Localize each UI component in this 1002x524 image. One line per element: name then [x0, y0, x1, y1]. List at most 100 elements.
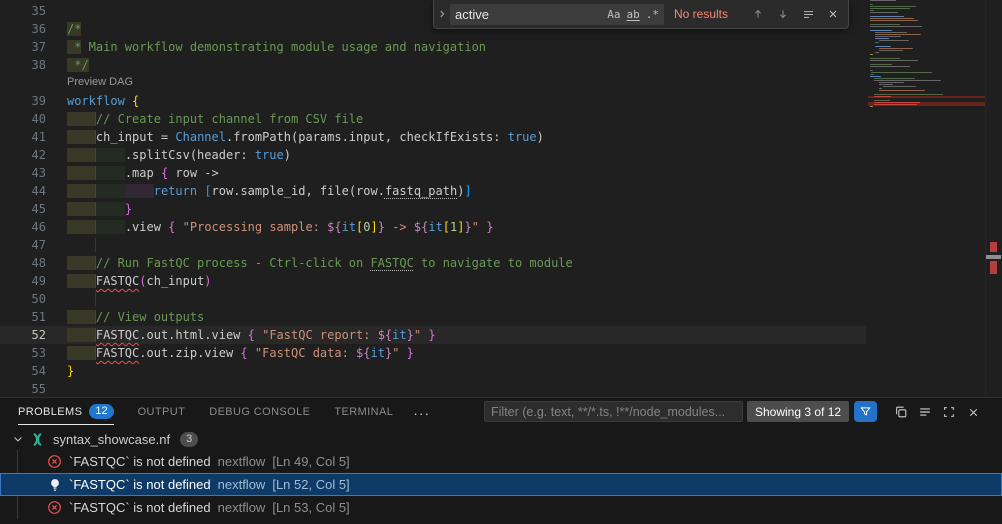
minimap[interactable]	[868, 0, 985, 397]
code-line-50[interactable]: 50	[0, 290, 866, 308]
line-content	[46, 2, 67, 20]
find-in-selection-icon[interactable]	[797, 3, 819, 25]
problem-location: [Ln 53, Col 5]	[272, 500, 349, 515]
maximize-panel-icon[interactable]	[938, 401, 960, 423]
tab-terminal[interactable]: TERMINAL	[334, 398, 393, 425]
problem-location: [Ln 52, Col 5]	[272, 477, 349, 492]
code-line-45[interactable]: 45 }	[0, 200, 866, 218]
line-number[interactable]: 54	[0, 362, 46, 380]
code-line-46[interactable]: 46 .view { "Processing sample: ${it[0]} …	[0, 218, 866, 236]
line-number[interactable]: 45	[0, 200, 46, 218]
line-content: FASTQC.out.zip.view { "FastQC data: ${it…	[46, 344, 414, 362]
line-number[interactable]: 35	[0, 2, 46, 20]
close-panel-icon[interactable]	[962, 401, 984, 423]
problem-row[interactable]: `FASTQC` is not defined nextflow [Ln 53, C…	[0, 496, 1002, 519]
line-number[interactable]: 41	[0, 128, 46, 146]
ruler-error-mark	[990, 242, 997, 252]
code-line-49[interactable]: 49 FASTQC(ch_input)	[0, 272, 866, 290]
showing-count-badge: Showing 3 of 12	[747, 401, 849, 422]
tab-problems[interactable]: PROBLEMS12	[18, 398, 114, 425]
line-number[interactable]: 48	[0, 254, 46, 272]
filter-funnel-icon[interactable]	[854, 401, 877, 422]
problem-source: nextflow	[218, 500, 266, 515]
code-line-54[interactable]: 54}	[0, 362, 866, 380]
code-line-43[interactable]: 43 .map { row ->	[0, 164, 866, 182]
code-line-38[interactable]: 38 */	[0, 56, 866, 74]
line-number[interactable]: 47	[0, 236, 46, 254]
line-number[interactable]: 49	[0, 272, 46, 290]
problem-message: `FASTQC` is not defined	[69, 500, 211, 515]
line-number[interactable]: 50	[0, 290, 46, 308]
problems-tree: syntax_showcase.nf 3 `FASTQC` is not def…	[0, 428, 1002, 519]
panel-header: PROBLEMS12 OUTPUT DEBUG CONSOLE TERMINAL ··…	[0, 398, 1002, 425]
close-find-icon[interactable]	[822, 3, 844, 25]
line-content: /*	[46, 20, 81, 38]
line-number[interactable]: 40	[0, 110, 46, 128]
chevron-down-icon[interactable]	[10, 431, 26, 447]
line-number[interactable]: 39	[0, 92, 46, 110]
line-content: }	[46, 362, 74, 380]
open-editors-icon[interactable]	[890, 401, 912, 423]
problem-rows: `FASTQC` is not definednextflow[Ln 49, C…	[0, 450, 1002, 519]
ruler-cursor-mark	[986, 255, 1001, 259]
code-line-37[interactable]: 37 * Main workflow demonstrating module …	[0, 38, 866, 56]
line-number[interactable]: 46	[0, 218, 46, 236]
vscode-window: 3536/*37 * Main workflow demonstrating m…	[0, 0, 1002, 524]
line-number[interactable]: 55	[0, 380, 46, 398]
nextflow-file-icon	[29, 431, 46, 448]
code-line-41[interactable]: 41 ch_input = Channel.fromPath(params.in…	[0, 128, 866, 146]
line-number[interactable]: 51	[0, 308, 46, 326]
previous-match-icon[interactable]	[747, 3, 769, 25]
line-number[interactable]: 52	[0, 326, 46, 344]
line-number[interactable]: 36	[0, 20, 46, 38]
view-as-table-icon[interactable]	[914, 401, 936, 423]
code-line-39[interactable]: 39workflow {	[0, 92, 866, 110]
toggle-replace-chevron-icon[interactable]	[434, 0, 450, 28]
problems-count-badge: 12	[89, 404, 113, 419]
error-icon	[46, 453, 63, 470]
overview-ruler[interactable]	[985, 0, 1002, 397]
line-number[interactable]: 53	[0, 344, 46, 362]
line-content	[46, 236, 96, 254]
problems-file-group[interactable]: syntax_showcase.nf 3	[0, 428, 1002, 450]
line-content: .splitCsv(header: true)	[46, 146, 291, 164]
problem-source: nextflow	[218, 454, 266, 469]
line-content: .map { row ->	[46, 164, 219, 182]
find-widget: Aa ab .* No results	[433, 0, 849, 29]
code-editor[interactable]: 3536/*37 * Main workflow demonstrating m…	[0, 0, 1002, 397]
tab-debug-console[interactable]: DEBUG CONSOLE	[209, 398, 310, 425]
line-number[interactable]: 38	[0, 56, 46, 74]
error-icon	[46, 499, 63, 516]
line-content: }	[46, 200, 132, 218]
line-content: */	[46, 56, 89, 74]
problems-filter-input[interactable]	[484, 401, 743, 422]
more-views-icon[interactable]: ···	[413, 403, 430, 421]
tab-output[interactable]: OUTPUT	[138, 398, 186, 425]
code-line-52[interactable]: 52 FASTQC.out.html.view { "FastQC report…	[0, 326, 866, 344]
regex-icon[interactable]: .*	[646, 8, 659, 21]
whole-word-icon[interactable]: ab	[627, 8, 640, 21]
code-line-55[interactable]: 55	[0, 380, 866, 398]
find-input[interactable]	[455, 7, 601, 22]
line-number[interactable]: 37	[0, 38, 46, 56]
line-number[interactable]: 42	[0, 146, 46, 164]
line-number[interactable]: 43	[0, 164, 46, 182]
code-line-40[interactable]: 40 // Create input channel from CSV file	[0, 110, 866, 128]
ruler-error-mark	[990, 261, 997, 274]
next-match-icon[interactable]	[772, 3, 794, 25]
code-line-42[interactable]: 42 .splitCsv(header: true)	[0, 146, 866, 164]
line-content: FASTQC.out.html.view { "FastQC report: $…	[46, 326, 436, 344]
line-number[interactable]: 44	[0, 182, 46, 200]
problem-row[interactable]: `FASTQC` is not definednextflow[Ln 49, C…	[0, 450, 1002, 473]
code-line-47[interactable]: 47	[0, 236, 866, 254]
code-line-53[interactable]: 53 FASTQC.out.zip.view { "FastQC data: $…	[0, 344, 866, 362]
code-line-51[interactable]: 51 // View outputs	[0, 308, 866, 326]
bottom-panel: PROBLEMS12 OUTPUT DEBUG CONSOLE TERMINAL ··…	[0, 397, 1002, 524]
line-content: // Create input channel from CSV file	[46, 110, 363, 128]
line-content	[46, 290, 96, 308]
code-line-48[interactable]: 48 // Run FastQC process - Ctrl-click on…	[0, 254, 866, 272]
codelens-preview-dag[interactable]: Preview DAG	[0, 74, 866, 92]
code-line-44[interactable]: 44 return [row.sample_id, file(row.fastq…	[0, 182, 866, 200]
match-case-icon[interactable]: Aa	[607, 8, 620, 21]
problem-row[interactable]: `FASTQC` is not definednextflow[Ln 52, C…	[0, 473, 1002, 496]
